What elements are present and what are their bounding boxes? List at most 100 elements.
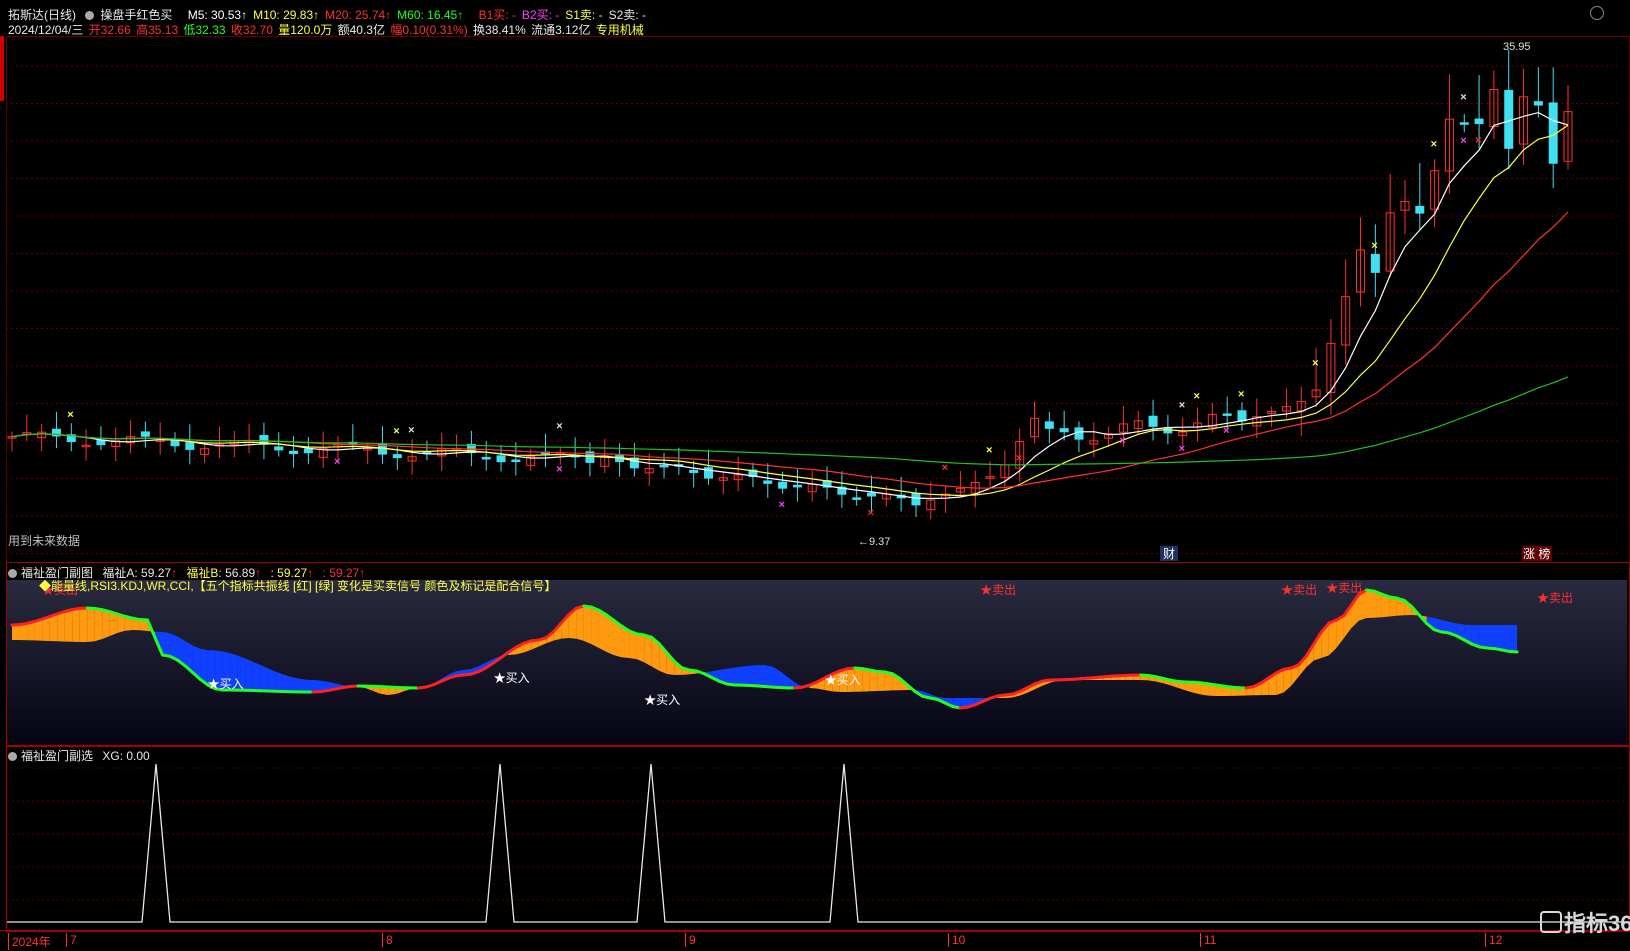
sub1-blue-fill	[742, 666, 750, 686]
candle-body	[290, 451, 298, 453]
candle-body	[1238, 411, 1246, 421]
future-data-note: 用到未来数据	[8, 533, 80, 548]
candle-body	[1371, 254, 1379, 272]
candle-body	[1045, 422, 1053, 428]
candle-body	[779, 482, 787, 488]
candle-body	[690, 470, 698, 472]
price-high-label: 35.95	[1503, 41, 1531, 53]
buy-x-marker-icon: ×	[779, 499, 785, 511]
sub1-a-value: 59.27	[141, 566, 171, 580]
candle-body	[275, 447, 283, 450]
sub1-orange-fill	[1367, 590, 1375, 618]
candle-body	[793, 485, 801, 487]
buy-x-marker-icon: ×	[1119, 435, 1125, 447]
xg-line	[7, 764, 1627, 922]
time-axis-label: 7	[66, 933, 77, 947]
sell-x-marker-icon: ×	[1238, 389, 1244, 401]
candle-body	[868, 493, 876, 496]
buy-x-marker-icon: ×	[1460, 135, 1466, 147]
sub1-orange-fill	[110, 612, 118, 636]
buy-signal-label: ★买入	[825, 673, 861, 687]
candle-body	[1223, 414, 1231, 416]
price-low-label: ←9.37	[858, 536, 890, 548]
sub1-blue-fill	[757, 665, 765, 687]
candle-body	[304, 449, 312, 453]
sub1-orange-fill	[644, 635, 652, 667]
sub1-orange-fill	[50, 614, 58, 641]
watermark: 指标365	[1540, 906, 1630, 938]
sub1-orange-fill	[87, 608, 95, 642]
sub1-orange-fill	[57, 612, 65, 642]
sub1-orange-fill	[877, 671, 885, 691]
sell-x-marker-icon: ×	[1179, 400, 1185, 412]
candle-body	[141, 432, 149, 436]
sub1-blue-fill	[1494, 625, 1502, 650]
candle-body	[853, 498, 861, 500]
left-edge-tab[interactable]	[0, 36, 4, 101]
candle-body	[1149, 416, 1157, 426]
time-axis-label: 11	[1200, 933, 1216, 947]
sub1-blue-fill	[749, 665, 757, 686]
sell-x-marker-icon: ×	[1431, 138, 1437, 150]
sell-x-marker-icon: ×	[556, 420, 562, 432]
cai-marker[interactable]: 财	[1163, 547, 1175, 561]
sub1-blue-fill	[727, 668, 735, 686]
sub1-orange-fill	[72, 608, 80, 642]
sub1-main-line	[1509, 651, 1517, 652]
sub1-settings-icon[interactable]	[8, 569, 17, 578]
sub1-title[interactable]: 福祉盈门副图	[21, 566, 93, 580]
sell-x-marker-icon: ×	[1460, 92, 1466, 104]
candles	[8, 50, 1572, 519]
buy-x-marker-icon: ×	[1016, 453, 1022, 465]
sub1-orange-fill	[862, 669, 870, 692]
buy-x-marker-icon: ×	[556, 464, 562, 476]
sub1-blue-fill	[253, 662, 261, 691]
sub1-blue-fill	[1487, 625, 1495, 649]
zhangting-marker[interactable]: 涨 榜	[1523, 546, 1550, 561]
sub1-d-value: : 59.27	[323, 566, 360, 580]
sub1-orange-fill	[102, 610, 110, 639]
sell-x-marker-icon: ×	[986, 444, 992, 456]
signal-markers: ×××××××××××××××××××××××	[67, 92, 1481, 519]
sub1-a-label: 福祉A:	[102, 566, 137, 580]
sub1-orange-fill	[1389, 597, 1397, 617]
watermark-logo-icon	[1540, 911, 1562, 933]
sell-x-marker-icon: ×	[393, 425, 399, 437]
sell-x-marker-icon: ×	[1312, 358, 1318, 370]
buy-x-marker-icon: ×	[1223, 425, 1229, 437]
buy-x-marker-icon: ×	[1475, 135, 1481, 147]
sub1-area-chart[interactable]: ★买入★买入★买入★买入★卖出★卖出★卖出★卖出★卖出 ◆能量线,RSI3.KD…	[7, 580, 1627, 744]
ma-lines	[12, 113, 1568, 499]
sell-x-marker-icon: ×	[67, 409, 73, 421]
sub1-blue-fill	[765, 665, 773, 687]
sub1-blue-fill	[283, 674, 291, 691]
candle-body	[1534, 102, 1542, 105]
candle-body	[1475, 119, 1483, 123]
candle-body	[1505, 90, 1513, 148]
sub1-blue-fill	[163, 632, 171, 656]
candle-body	[482, 457, 490, 459]
candle-body	[1075, 428, 1083, 439]
buy-x-marker-icon: ×	[868, 507, 874, 519]
time-axis-label: 8	[382, 933, 393, 947]
sub1-blue-fill	[268, 668, 276, 691]
buy-signal-label: ★买入	[208, 677, 244, 691]
candle-body	[1060, 429, 1068, 432]
time-axis: 2024年789101112	[0, 930, 1630, 951]
candle-body	[186, 443, 194, 450]
sell-x-marker-icon: ×	[1371, 240, 1377, 252]
sub1-orange-fill	[95, 608, 103, 641]
buy-x-marker-icon: ×	[334, 456, 340, 468]
sub1-description: ◆能量线,RSI3.KDJ,WR,CCI,【五个指标共振线 [红] [绿] 变化…	[39, 580, 556, 593]
sub1-blue-fill	[1479, 625, 1487, 648]
buy-signal-label: ★买入	[494, 671, 530, 685]
sub1-blue-fill	[1502, 625, 1510, 651]
candlestick-chart[interactable]: ××××××××××××××××××××××× 35.95 ←9.37 用到未来…	[0, 0, 1630, 562]
sell-signal-label: ★卖出	[1281, 583, 1317, 597]
sub1-orange-fill	[65, 610, 73, 642]
sub1-header: 福祉盈门副图 福祉A: 59.27↑ 福祉B: 56.89↑ : 59.27↑ …	[8, 564, 365, 581]
time-axis-label: 10	[948, 933, 965, 947]
sub2-line-chart[interactable]	[7, 746, 1627, 930]
sub1-blue-fill	[734, 666, 742, 685]
sub1-blue-fill	[260, 665, 268, 691]
